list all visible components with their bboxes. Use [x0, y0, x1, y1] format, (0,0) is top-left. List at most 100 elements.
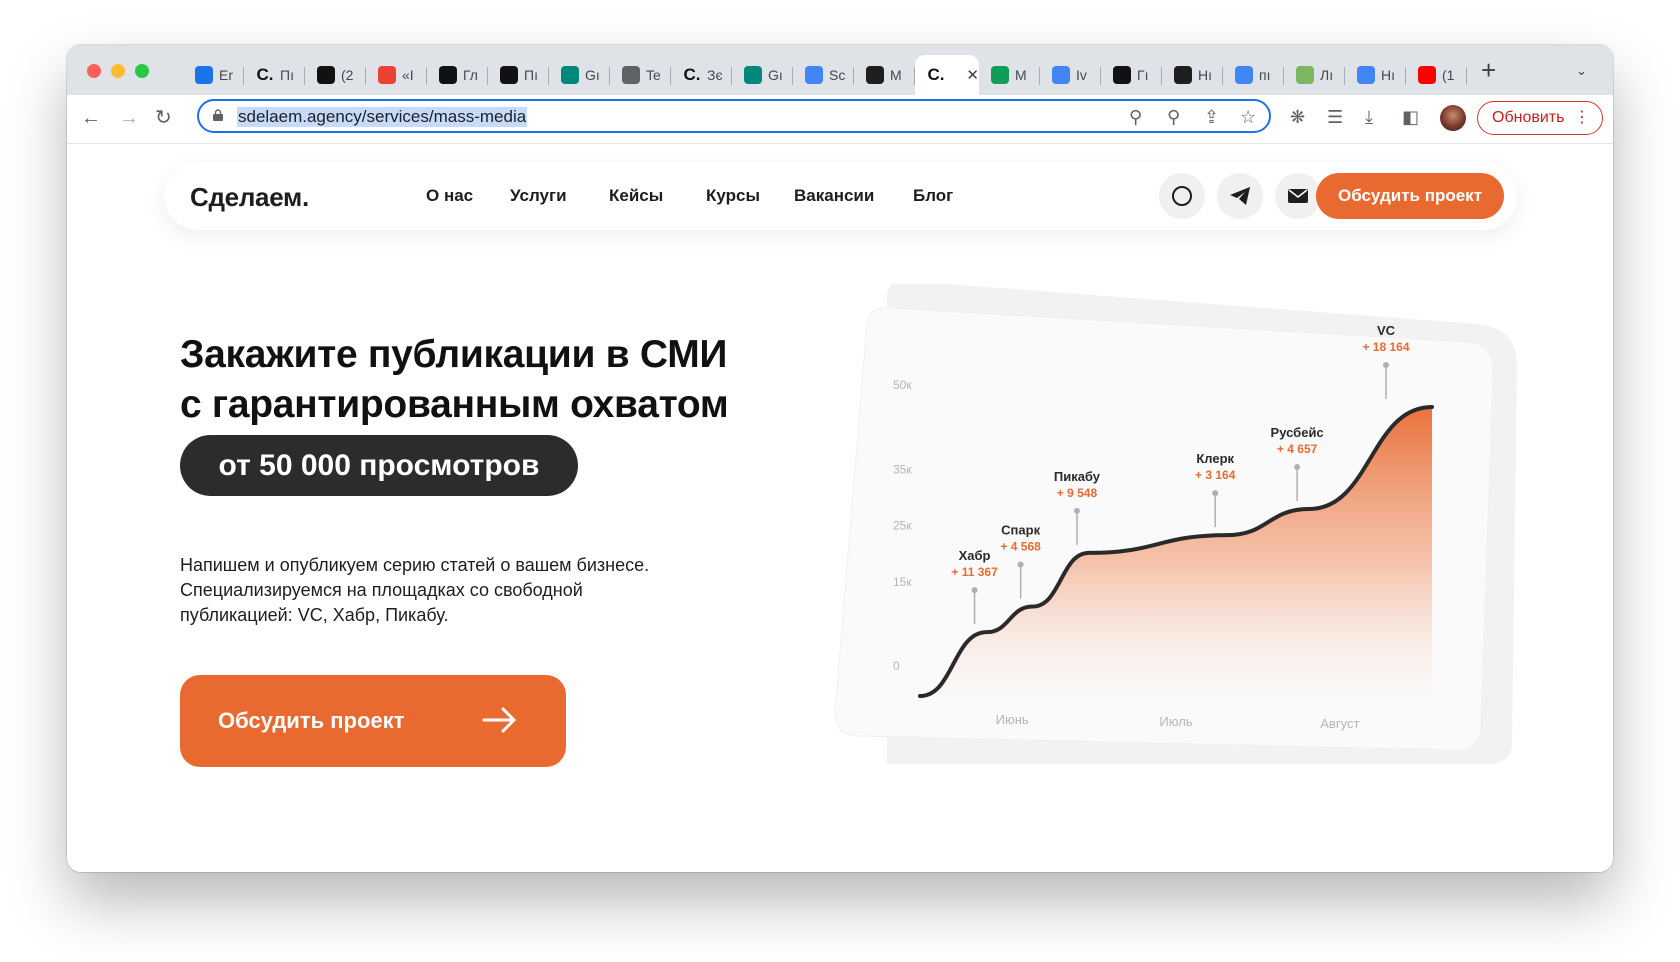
google-docs-icon — [805, 66, 823, 84]
update-label: Обновить — [1492, 109, 1565, 126]
tab[interactable]: Te — [610, 55, 671, 95]
tab-title: M — [890, 67, 902, 83]
tab[interactable]: Er — [183, 55, 244, 95]
bookmark-star-icon[interactable]: ☆ — [1240, 107, 1256, 128]
telegram-button[interactable] — [1217, 173, 1263, 219]
zoom-icon[interactable]: ⚲ — [1167, 107, 1180, 128]
tab[interactable]: Hı — [1162, 55, 1223, 95]
nav-item-blog[interactable]: Блог — [913, 186, 953, 206]
hero-cta-button[interactable]: Обсудить проект — [180, 675, 566, 767]
tab-title: Gı — [585, 67, 600, 83]
tab[interactable]: Hı — [1345, 55, 1406, 95]
tab[interactable]: M — [979, 55, 1040, 95]
maximize-window-button[interactable] — [135, 64, 149, 78]
hero-description: Напишем и опубликуем серию статей о ваше… — [180, 553, 680, 628]
tab-title: Лı — [1320, 67, 1334, 83]
y-tick-label: 35к — [893, 462, 912, 476]
search-icon — [1172, 186, 1192, 206]
google-meet-icon — [744, 66, 762, 84]
chatgpt-icon — [1174, 66, 1192, 84]
browser-window: Er C. Пı (2 «I Гл Пı Gı Te C. Зє Gı Sc M C. ✕ M Iv Гı Hı пı Л… — [67, 45, 1613, 872]
download-icon[interactable]: ⤓ — [1365, 107, 1373, 128]
tab[interactable]: (2 — [305, 55, 366, 95]
annotation-value: + 18 164 — [1362, 340, 1409, 354]
address-bar[interactable]: sdelaem.agency/services/mass-media ⚲ ⚲ ⇪… — [197, 99, 1271, 133]
tab[interactable]: Лı — [1284, 55, 1345, 95]
tab-title: (2 — [341, 67, 354, 83]
tab[interactable]: пı — [1223, 55, 1284, 95]
reload-icon[interactable]: ↻ — [155, 105, 172, 131]
tab-title: Iv — [1076, 67, 1087, 83]
annotation-dot — [1212, 490, 1219, 497]
url-text[interactable]: sdelaem.agency/services/mass-media — [237, 107, 528, 127]
minimize-window-button[interactable] — [111, 64, 125, 78]
notion-icon — [439, 66, 457, 84]
x-tick-label: Июль — [1159, 714, 1192, 729]
mail-icon — [195, 66, 213, 84]
tab-separator — [1466, 67, 1467, 85]
tab[interactable]: Gı — [732, 55, 793, 95]
y-tick-label: 50к — [893, 378, 912, 392]
gmail-icon — [378, 66, 396, 84]
forward-icon[interactable]: → — [119, 105, 139, 131]
tab[interactable]: M — [854, 55, 915, 95]
side-panel-icon[interactable]: ◧ — [1402, 107, 1419, 128]
tab[interactable]: (1 — [1406, 55, 1467, 95]
notion-icon — [500, 66, 518, 84]
tab-title: Зє — [707, 67, 723, 83]
tab[interactable]: Пı — [488, 55, 549, 95]
tab-search-icon[interactable]: ⌄ — [1576, 63, 1587, 79]
tab[interactable]: Гл — [427, 55, 488, 95]
close-window-button[interactable] — [87, 64, 101, 78]
new-tab-button[interactable]: + — [1481, 57, 1496, 83]
google-meet-icon — [561, 66, 579, 84]
annotation-dot — [1017, 561, 1024, 568]
y-tick-label: 0 — [893, 659, 900, 673]
email-button[interactable] — [1275, 173, 1321, 219]
extensions-icon[interactable]: ❋ — [1290, 107, 1305, 128]
tab[interactable]: Gı — [549, 55, 610, 95]
nav-item-vacancies[interactable]: Вакансии — [794, 186, 874, 206]
avatar[interactable] — [1440, 105, 1466, 131]
hero-cta-label: Обсудить проект — [218, 708, 405, 733]
tab[interactable]: Гı — [1101, 55, 1162, 95]
key-icon[interactable]: ⚲ — [1129, 107, 1142, 128]
tab-list: Er C. Пı (2 «I Гл Пı Gı Te C. Зє Gı Sc M C. ✕ M Iv Гı Hı пı Л… — [183, 55, 1467, 95]
tab-title: Пı — [280, 67, 294, 83]
tab[interactable]: C. Пı — [244, 55, 305, 95]
web-page: Сделаем. О нас Услуги Кейсы Курсы Ваканс… — [67, 144, 1613, 872]
reading-list-icon[interactable]: ☰ — [1327, 107, 1343, 128]
hero-title-line1: Закажите публикации в СМИ — [180, 333, 728, 376]
google-docs-icon — [1052, 66, 1070, 84]
update-button[interactable]: Обновить ⋮ — [1477, 101, 1603, 135]
search-button[interactable] — [1159, 173, 1205, 219]
tab[interactable]: Iv — [1040, 55, 1101, 95]
header-cta-button[interactable]: Обсудить проект — [1316, 173, 1504, 219]
tab-title: «I — [402, 67, 414, 83]
nav-item-courses[interactable]: Курсы — [706, 186, 760, 206]
tab-active[interactable]: C. ✕ — [915, 55, 979, 95]
site-logo[interactable]: Сделаем. — [190, 182, 309, 213]
share-icon[interactable]: ⇪ — [1204, 107, 1219, 128]
back-icon[interactable]: ← — [81, 105, 101, 131]
annotation-name: Русбейс — [1271, 425, 1324, 440]
tab-title: Гı — [1137, 67, 1149, 83]
tab[interactable]: C. Зє — [671, 55, 732, 95]
tab[interactable]: «I — [366, 55, 427, 95]
nav-item-services[interactable]: Услуги — [510, 186, 567, 206]
hero-desc-line1: Напишем и опубликуем серию статей о ваше… — [180, 555, 650, 575]
annotation-dot — [1383, 361, 1389, 368]
tab[interactable]: Sc — [793, 55, 854, 95]
trello-icon — [866, 66, 884, 84]
tab-strip: Er C. Пı (2 «I Гл Пı Gı Te C. Зє Gı Sc M C. ✕ M Iv Гı Hı пı Л… — [67, 45, 1613, 95]
sdelaem-logo-icon: C. — [683, 65, 701, 84]
nav-item-cases[interactable]: Кейсы — [609, 186, 663, 206]
annotation-value: + 11 367 — [951, 565, 998, 579]
nav-item-about[interactable]: О нас — [426, 186, 473, 206]
tab-title: M — [1015, 67, 1027, 83]
tab-title: Hı — [1381, 67, 1395, 83]
tab-title: Sc — [829, 67, 846, 83]
annotation-name: Спарк — [1001, 523, 1040, 538]
tab-title: Hı — [1198, 67, 1212, 83]
close-tab-icon[interactable]: ✕ — [966, 66, 979, 84]
